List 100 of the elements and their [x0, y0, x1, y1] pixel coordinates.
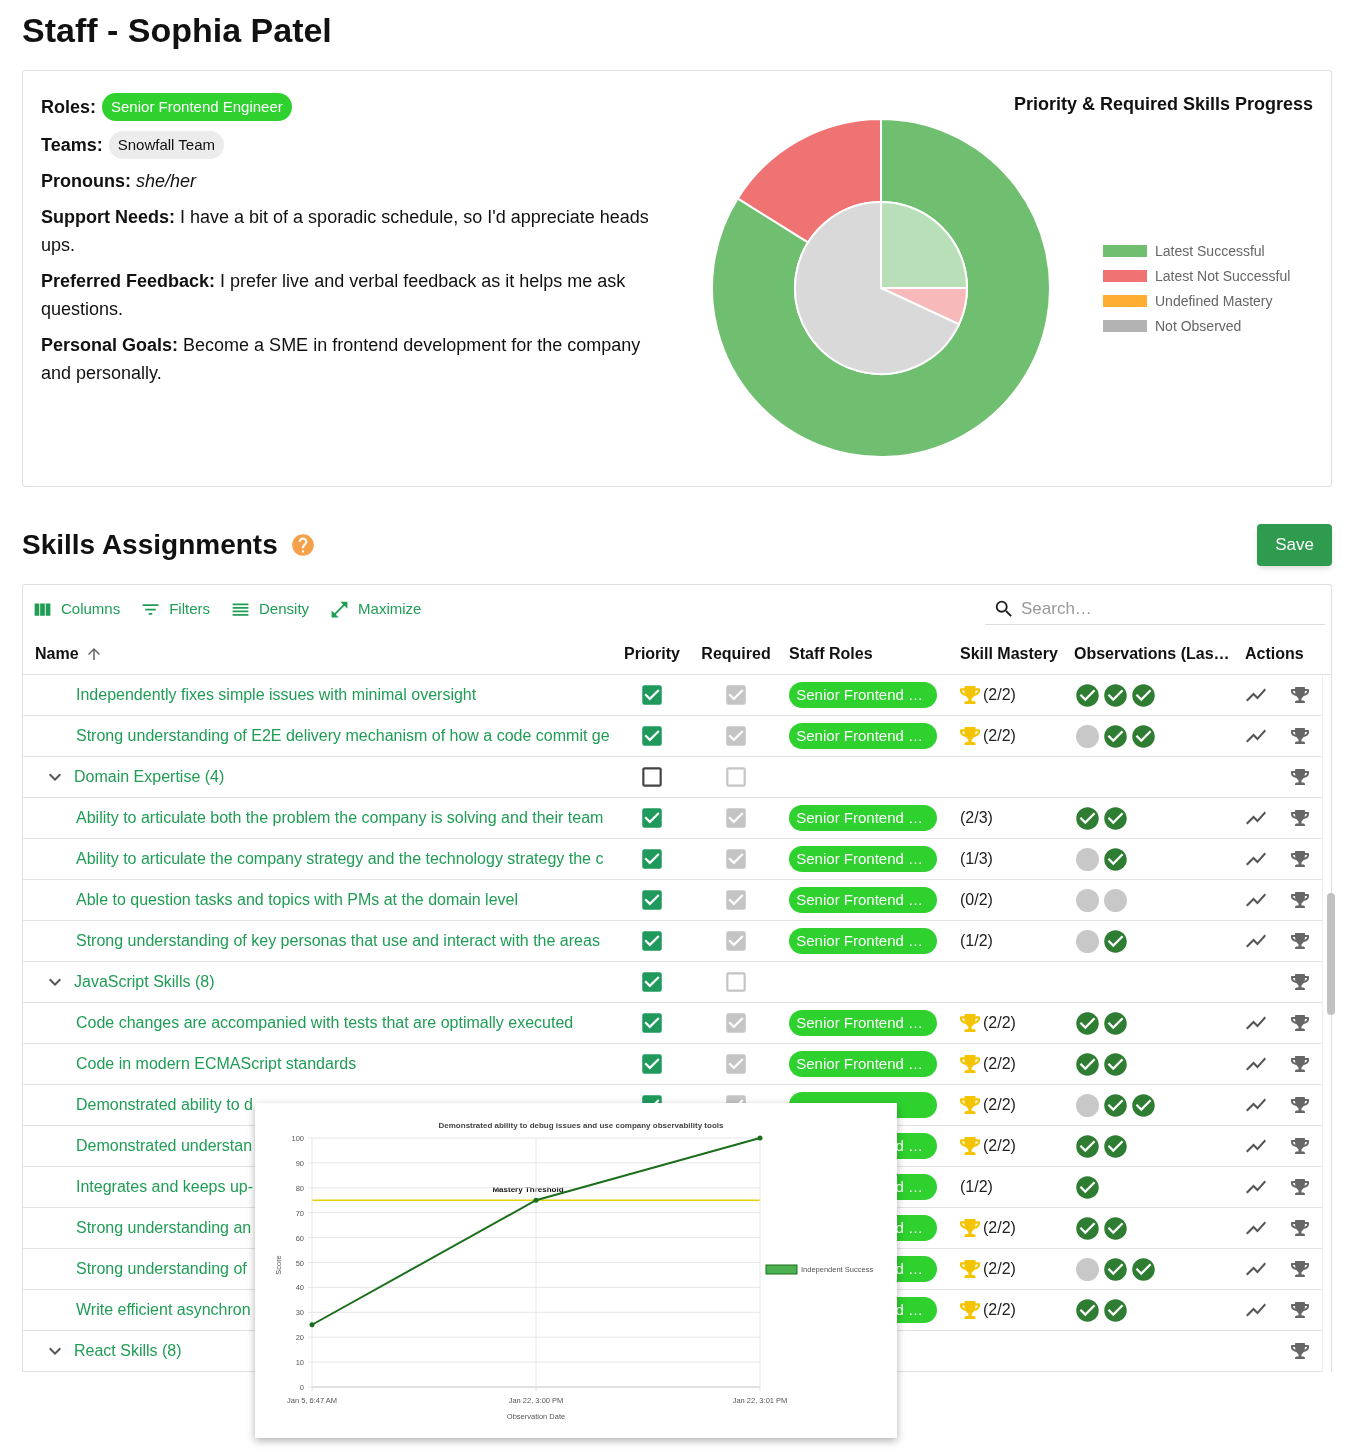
skill-name[interactable]: Strong understanding an — [76, 1216, 252, 1240]
column-header[interactable]: Priority — [624, 641, 680, 666]
page-title: Staff - Sophia Patel — [22, 10, 333, 51]
skill-name[interactable]: Integrates and keeps up- — [76, 1175, 253, 1199]
required-checkbox[interactable] — [723, 1010, 749, 1036]
group-name: React Skills (8) — [74, 1341, 182, 1361]
skill-name[interactable]: Independently fixes simple issues with minimal oversight — [76, 683, 477, 707]
priority-checkbox[interactable] — [639, 1051, 665, 1077]
skill-name[interactable]: Demonstrated ability to d — [76, 1093, 253, 1117]
required-checkbox[interactable] — [723, 723, 749, 749]
trophy-icon[interactable] — [1291, 768, 1309, 786]
toolbar-button[interactable]: Density — [230, 597, 310, 621]
mastery-score: (0/2) — [960, 890, 993, 910]
priority-checkbox[interactable] — [639, 682, 665, 708]
roles-label: Roles: — [41, 95, 96, 119]
mastery-score: (2/2) — [983, 1013, 1016, 1033]
required-checkbox[interactable] — [723, 1051, 749, 1077]
skill-name[interactable]: Demonstrated understan — [76, 1134, 253, 1158]
priority-checkbox[interactable] — [639, 846, 665, 872]
priority-checkbox[interactable] — [639, 805, 665, 831]
trophy-icon[interactable] — [1291, 1178, 1309, 1196]
teams-label: Teams: — [41, 133, 103, 157]
save-button[interactable]: Save — [1257, 524, 1332, 566]
column-header[interactable]: Staff Roles — [789, 641, 873, 666]
search-field[interactable]: Search… — [1021, 593, 1321, 624]
legend-label: Latest Not Successful — [1155, 266, 1291, 285]
trophy-icon[interactable] — [1291, 686, 1309, 704]
trophy-icon[interactable] — [1291, 932, 1309, 950]
chart-title: Priority & Required Skills Progress — [1012, 93, 1313, 116]
trophy-icon[interactable] — [1291, 1014, 1309, 1032]
toolbar-button[interactable]: Maximize — [329, 597, 422, 621]
mastery-score: (2/2) — [983, 1218, 1016, 1238]
mastery-score: (1/2) — [960, 1177, 993, 1197]
role-tag: Senior Frontend … — [789, 1051, 937, 1077]
priority-checkbox[interactable] — [639, 764, 665, 790]
required-checkbox[interactable] — [723, 764, 749, 790]
required-checkbox[interactable] — [723, 805, 749, 831]
skill-name[interactable]: Strong understanding of E2E delivery mechanism of how a code commit ge — [76, 724, 610, 748]
mastery-score: (1/2) — [960, 931, 993, 951]
mastery-score: (1/3) — [960, 849, 993, 869]
trophy-icon[interactable] — [1291, 1096, 1309, 1114]
trophy-icon[interactable] — [1291, 850, 1309, 868]
team-tag: Snowfall Team — [108, 130, 224, 160]
trophy-icon[interactable] — [1291, 1342, 1309, 1360]
column-header[interactable]: Name — [35, 641, 79, 666]
role-tag: Senior Frontend … — [789, 928, 937, 954]
priority-checkbox[interactable] — [639, 969, 665, 995]
column-header[interactable]: Skill Mastery — [960, 641, 1058, 666]
trophy-icon[interactable] — [1291, 1137, 1309, 1155]
toolbar-button[interactable]: Columns — [32, 597, 121, 621]
chart-title: Demonstrated ability to debug issues and use company observability tools — [438, 1121, 724, 1130]
skill-name[interactable]: Ability to articulate both the problem the company is solving and their team — [76, 806, 604, 830]
mastery-score: (2/3) — [960, 808, 993, 828]
trophy-icon[interactable] — [1291, 727, 1309, 745]
trophy-icon[interactable] — [1291, 973, 1309, 991]
priority-checkbox[interactable] — [639, 928, 665, 954]
trophy-icon[interactable] — [1291, 891, 1309, 909]
data-point — [309, 1322, 315, 1328]
mastery-score: (2/2) — [983, 726, 1016, 746]
profile-detail: Preferred Feedback: I prefer live and verbal feedback as it helps me ask questions. — [41, 270, 627, 321]
legend-label: Undefined Mastery — [1155, 291, 1273, 310]
trophy-icon[interactable] — [1291, 1055, 1309, 1073]
required-checkbox[interactable] — [723, 682, 749, 708]
trophy-icon[interactable] — [1291, 1301, 1309, 1319]
skill-name[interactable]: Write efficient asynchron — [76, 1298, 251, 1322]
skill-name[interactable]: Strong understanding of — [76, 1257, 247, 1281]
column-header[interactable]: Required — [701, 641, 771, 666]
data-point — [533, 1197, 539, 1203]
priority-checkbox[interactable] — [639, 1010, 665, 1036]
skill-name[interactable]: Code in modern ECMAScript standards — [76, 1052, 357, 1076]
mastery-score: (2/2) — [983, 1259, 1016, 1279]
mastery-score: (2/2) — [983, 1300, 1016, 1320]
trophy-icon[interactable] — [1291, 1260, 1309, 1278]
skill-name[interactable]: Code changes are accompanied with tests that are optimally executed — [76, 1011, 574, 1035]
group-name: JavaScript Skills (8) — [74, 972, 215, 992]
toolbar-button[interactable]: Filters — [140, 597, 211, 621]
required-checkbox[interactable] — [723, 928, 749, 954]
column-header[interactable]: Actions — [1245, 641, 1304, 666]
profile-detail: Support Needs: I have a bit of a sporadic schedule, so I'd appreciate heads ups. — [41, 206, 650, 257]
required-checkbox[interactable] — [723, 846, 749, 872]
role-tag: Senior Frontend … — [789, 805, 937, 831]
required-checkbox[interactable] — [723, 887, 749, 913]
column-header[interactable]: Observations (Las… — [1074, 641, 1230, 666]
skill-name[interactable]: Strong understanding of key personas that use and interact with the areas — [76, 929, 600, 953]
mastery-score: (2/2) — [983, 1095, 1016, 1115]
skill-name[interactable]: Ability to articulate the company strategy and the technology strategy the c — [76, 847, 604, 871]
profile-detail: Pronouns: she/her — [41, 170, 198, 193]
role-tag: Senior Frontend … — [789, 723, 937, 749]
legend-label: Not Observed — [1155, 316, 1242, 335]
role-tag: Senior Frontend … — [789, 1010, 937, 1036]
mastery-score: (2/2) — [983, 685, 1016, 705]
profile-detail: Personal Goals: Become a SME in frontend development for the company and personally. — [41, 334, 642, 385]
skill-name[interactable]: Able to question tasks and topics with PMs at the domain level — [76, 888, 518, 912]
legend-label: Latest Successful — [1155, 241, 1265, 260]
priority-checkbox[interactable] — [639, 723, 665, 749]
required-checkbox[interactable] — [723, 969, 749, 995]
priority-checkbox[interactable] — [639, 887, 665, 913]
trophy-icon[interactable] — [1291, 809, 1309, 827]
role-tag: Senior Frontend Engineer — [102, 92, 292, 122]
trophy-icon[interactable] — [1291, 1219, 1309, 1237]
